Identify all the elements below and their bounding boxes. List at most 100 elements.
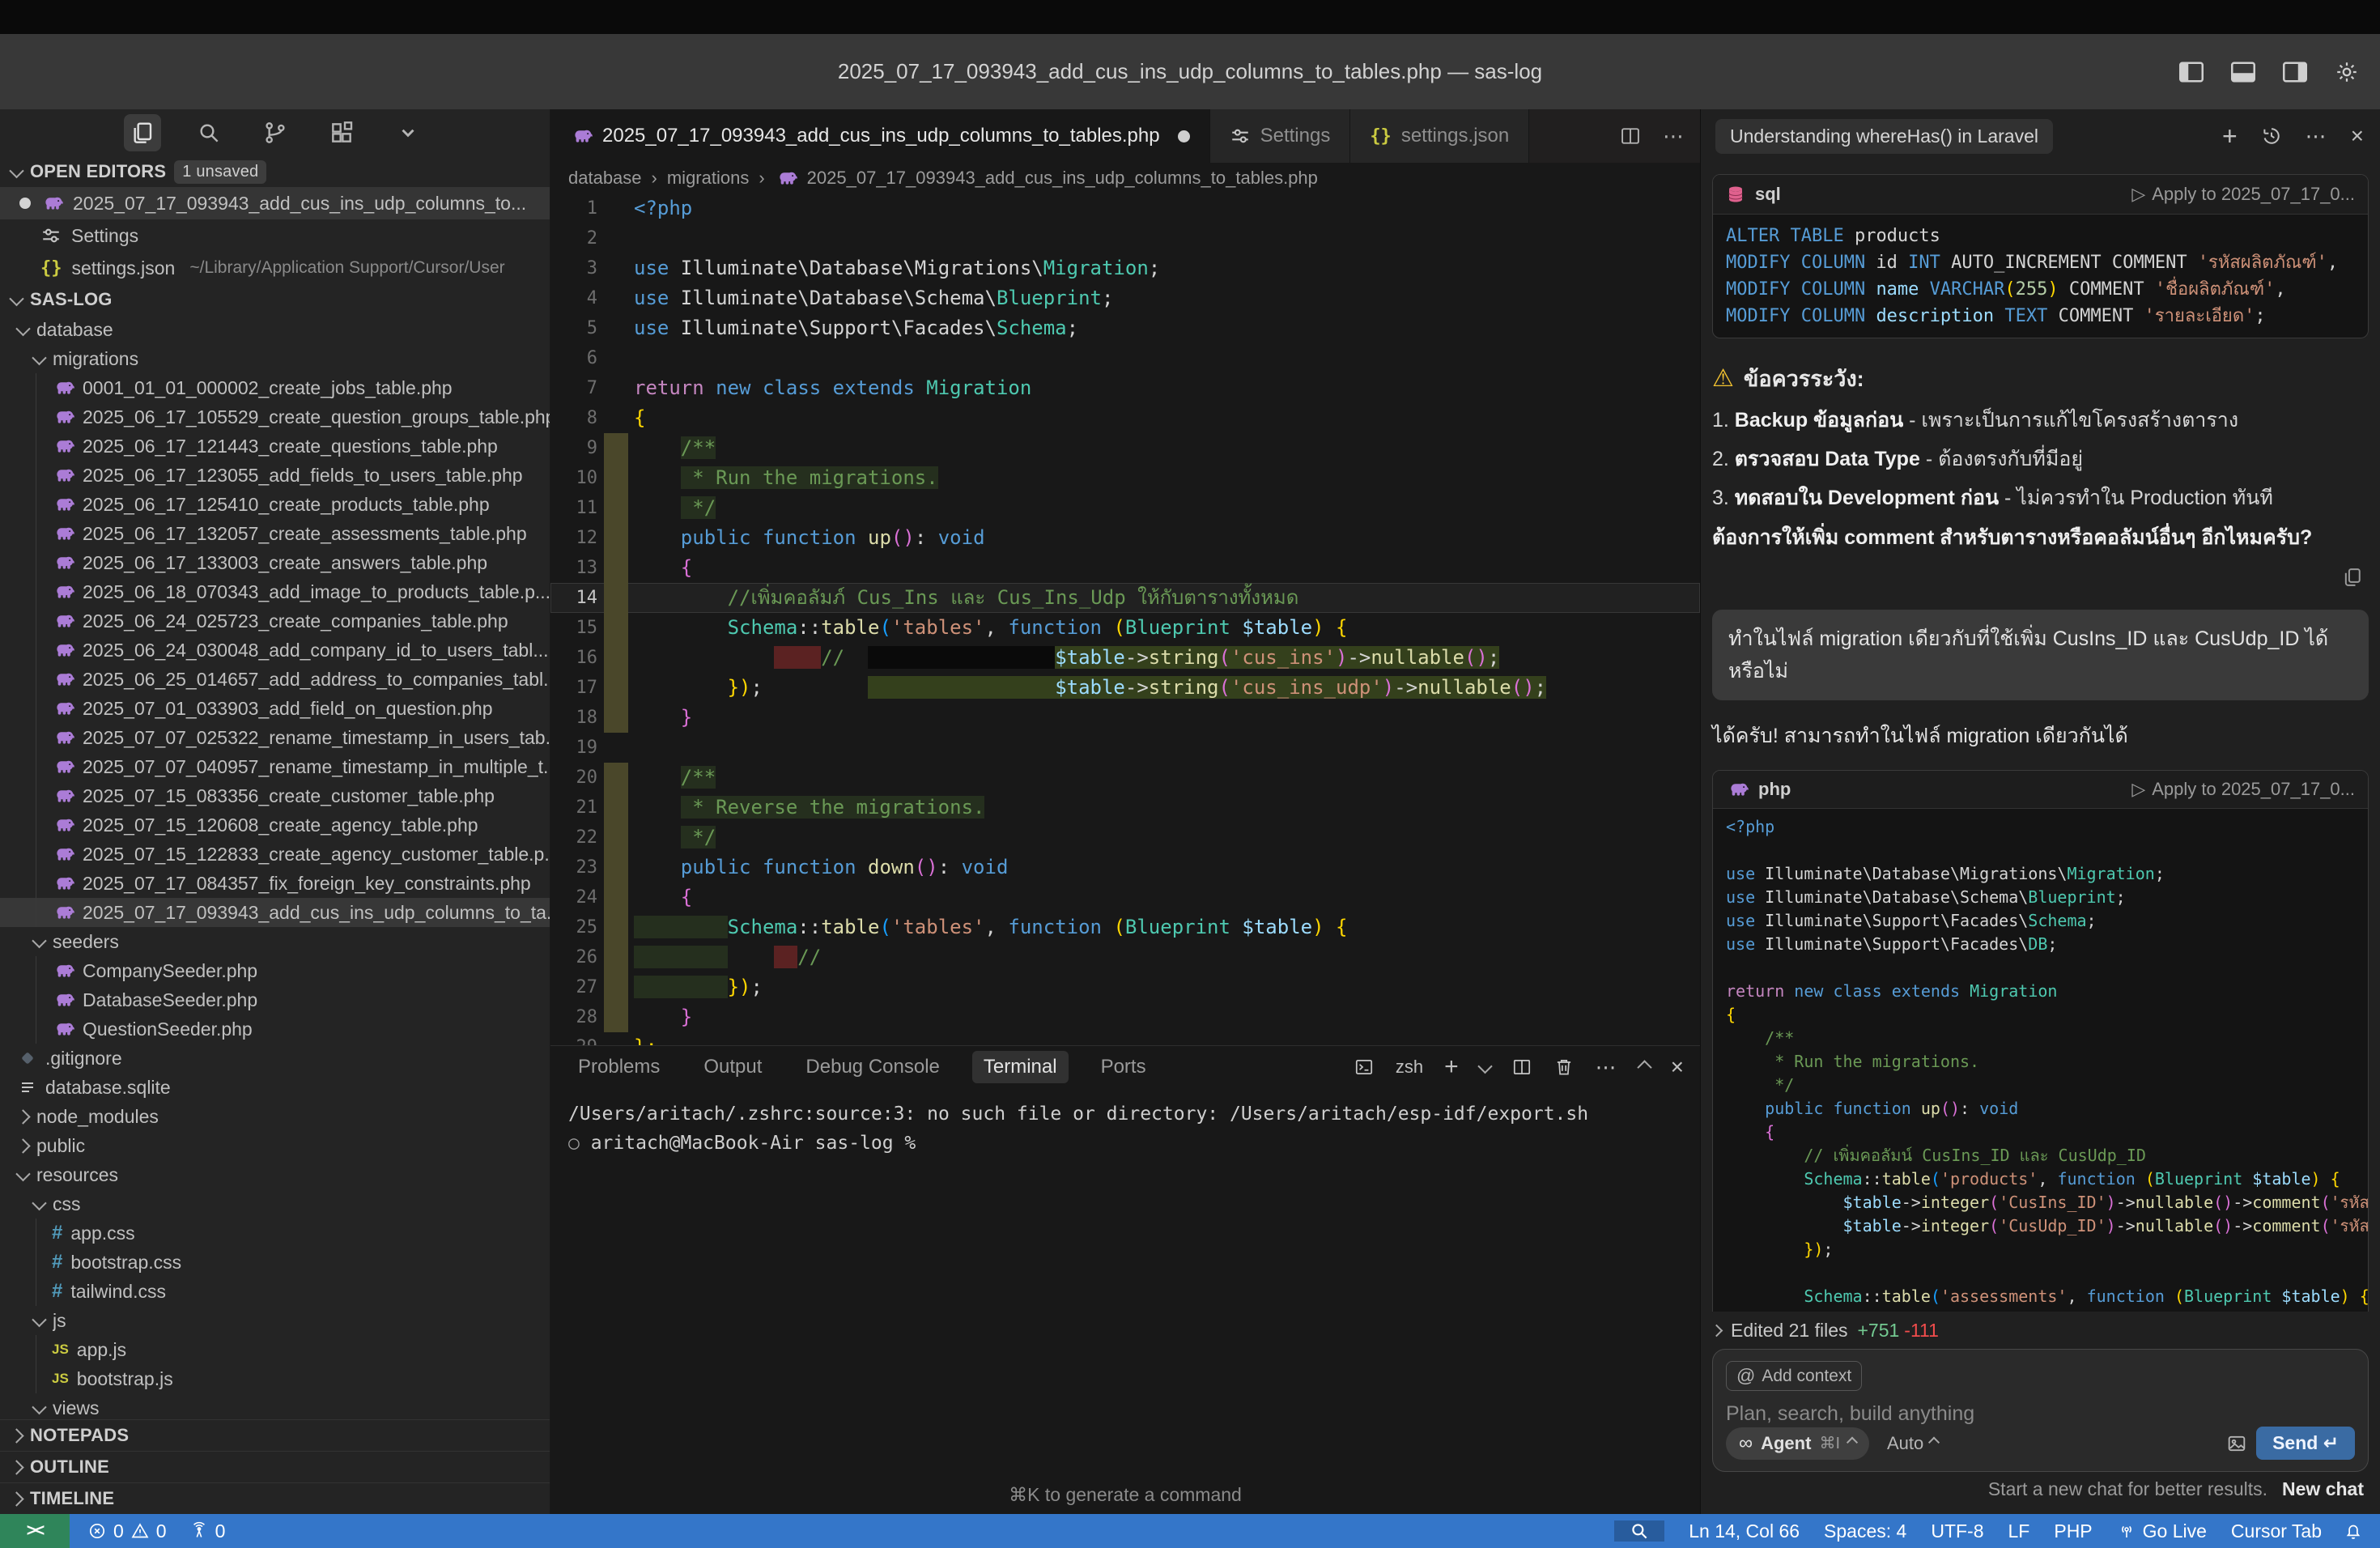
- tree-item[interactable]: 2025_07_15_120608_create_agency_table.ph…: [0, 810, 550, 840]
- code-line[interactable]: 15 Schema::table('tables', function (Blu…: [550, 613, 1700, 643]
- new-chat-link[interactable]: New chat: [2282, 1478, 2364, 1500]
- panel-tab-problems[interactable]: Problems: [567, 1051, 671, 1083]
- chat-history-icon[interactable]: [2260, 125, 2283, 147]
- code-line[interactable]: 9 /**: [550, 433, 1700, 463]
- code-line[interactable]: 8{: [550, 403, 1700, 433]
- tree-item[interactable]: 2025_07_07_025322_rename_timestamp_in_us…: [0, 723, 550, 752]
- kill-terminal-icon[interactable]: [1553, 1057, 1575, 1078]
- status-cursor-tab[interactable]: Cursor Tab: [2231, 1520, 2322, 1542]
- code-line[interactable]: 4use Illuminate\Database\Schema\Blueprin…: [550, 283, 1700, 313]
- split-terminal-icon[interactable]: [1511, 1057, 1532, 1078]
- code-line[interactable]: 10 * Run the migrations.: [550, 463, 1700, 493]
- tree-item[interactable]: 2025_06_17_125410_create_products_table.…: [0, 490, 550, 519]
- sidebar-section-timeline[interactable]: TIMELINE: [0, 1482, 550, 1514]
- tree-item[interactable]: CompanySeeder.php: [0, 956, 550, 985]
- tree-item[interactable]: migrations: [0, 344, 550, 373]
- apply-button[interactable]: ▷Apply to 2025_07_17_0...: [2131, 779, 2355, 800]
- code-line[interactable]: 1<?php: [550, 194, 1700, 223]
- sidebar-section-outline[interactable]: OUTLINE: [0, 1451, 550, 1482]
- tree-item[interactable]: database: [0, 315, 550, 344]
- code-line[interactable]: 16 // $table->string('cus_ins')->nullabl…: [550, 643, 1700, 673]
- sidebar-toolbar-search[interactable]: [190, 114, 227, 151]
- code-line[interactable]: 17 }); $table->string('cus_ins_udp')->nu…: [550, 673, 1700, 703]
- status-eol[interactable]: LF: [2008, 1520, 2030, 1542]
- tree-item[interactable]: 2025_06_25_014657_add_address_to_compani…: [0, 665, 550, 694]
- status-language[interactable]: PHP: [2054, 1520, 2092, 1542]
- code-line[interactable]: 23 public function down(): void: [550, 853, 1700, 882]
- code-line[interactable]: 5use Illuminate\Support\Facades\Schema;: [550, 313, 1700, 343]
- tree-item[interactable]: 2025_06_17_105529_create_question_groups…: [0, 402, 550, 432]
- sidebar-toolbar-grid[interactable]: [323, 114, 360, 151]
- code-line[interactable]: 2: [550, 223, 1700, 253]
- tree-item[interactable]: 2025_06_18_070343_add_image_to_products_…: [0, 577, 550, 606]
- agent-mode-chip[interactable]: ∞ Agent ⌘I: [1726, 1427, 1869, 1460]
- tree-item[interactable]: views: [0, 1393, 550, 1419]
- breadcrumb[interactable]: database› migrations› 2025_07_17_093943_…: [550, 163, 1700, 194]
- more-actions-icon[interactable]: ⋯: [1663, 124, 1685, 149]
- code-line[interactable]: 12 public function up(): void: [550, 523, 1700, 553]
- new-chat-icon[interactable]: +: [2222, 121, 2238, 151]
- tree-item[interactable]: DatabaseSeeder.php: [0, 985, 550, 1014]
- editor-tab[interactable]: {}settings.json: [1350, 109, 1529, 163]
- terminal-output[interactable]: /Users/aritach/.zshrc:source:3: no such …: [550, 1088, 1700, 1475]
- code-line[interactable]: 6: [550, 343, 1700, 373]
- tree-item[interactable]: #tailwind.css: [0, 1277, 550, 1306]
- code-editor[interactable]: 1<?php23use Illuminate\Database\Migratio…: [550, 194, 1700, 1045]
- panel-tab-terminal[interactable]: Terminal: [972, 1051, 1069, 1083]
- sidebar-toolbar-chevdown[interactable]: [389, 114, 427, 151]
- ports-status[interactable]: 0: [189, 1520, 226, 1542]
- code-line[interactable]: 20 /**: [550, 763, 1700, 793]
- code-line[interactable]: 13 {: [550, 553, 1700, 583]
- code-line[interactable]: 29};: [550, 1032, 1700, 1045]
- project-root-header[interactable]: SAS-LOG: [0, 284, 550, 315]
- tree-item[interactable]: QuestionSeeder.php: [0, 1014, 550, 1044]
- code-line[interactable]: 21 * Reverse the migrations.: [550, 793, 1700, 823]
- terminal-more-icon[interactable]: ⋯: [1596, 1055, 1618, 1080]
- tree-item[interactable]: 2025_07_17_093943_add_cus_ins_udp_column…: [0, 898, 550, 927]
- tree-item[interactable]: 2025_07_17_084357_fix_foreign_key_constr…: [0, 869, 550, 898]
- sidebar-toolbar-branch[interactable]: [257, 114, 294, 151]
- chat-close-icon[interactable]: ×: [2351, 123, 2364, 149]
- tree-item[interactable]: 2025_06_24_030048_add_company_id_to_user…: [0, 636, 550, 665]
- tree-item[interactable]: 2025_06_17_132057_create_assessments_tab…: [0, 519, 550, 548]
- code-line[interactable]: 27 });: [550, 972, 1700, 1002]
- code-line[interactable]: 28 }: [550, 1002, 1700, 1032]
- tree-item[interactable]: 2025_07_15_083356_create_customer_table.…: [0, 781, 550, 810]
- apply-button[interactable]: ▷Apply to 2025_07_17_0...: [2131, 184, 2355, 205]
- problems-status[interactable]: 0 0: [87, 1520, 167, 1542]
- chat-title-tab[interactable]: Understanding whereHas() in Laravel: [1715, 119, 2053, 154]
- split-editor-icon[interactable]: [1619, 125, 1642, 147]
- settings-gear-icon[interactable]: [2335, 60, 2359, 84]
- tree-item[interactable]: 2025_06_17_123055_add_fields_to_users_ta…: [0, 461, 550, 490]
- editor-tab[interactable]: Settings: [1210, 109, 1351, 163]
- remote-indicator[interactable]: ><: [0, 1514, 70, 1548]
- tree-item[interactable]: .gitignore: [0, 1044, 550, 1073]
- code-line[interactable]: 14 //เพิ่มคอลัมภ์ Cus_Ins และ Cus_Ins_Ud…: [550, 583, 1700, 613]
- panel-tab-ports[interactable]: Ports: [1090, 1051, 1158, 1083]
- tree-item[interactable]: 0001_01_01_000002_create_jobs_table.php: [0, 373, 550, 402]
- tree-item[interactable]: #app.css: [0, 1218, 550, 1248]
- code-line[interactable]: 19: [550, 733, 1700, 763]
- status-line-col[interactable]: Ln 14, Col 66: [1689, 1520, 1800, 1542]
- shell-name[interactable]: zsh: [1396, 1057, 1423, 1078]
- status-spaces[interactable]: Spaces: 4: [1824, 1520, 1906, 1542]
- sidebar-toolbar-files[interactable]: [124, 114, 161, 151]
- bell-icon[interactable]: [2343, 1520, 2364, 1542]
- terminal-dropdown-icon[interactable]: [1477, 1058, 1492, 1073]
- code-line[interactable]: 7return new class extends Migration: [550, 373, 1700, 403]
- send-button[interactable]: Send ↵: [2256, 1427, 2355, 1460]
- sidebar-section-notepads[interactable]: NOTEPADS: [0, 1419, 550, 1451]
- tree-item[interactable]: 2025_06_24_025723_create_companies_table…: [0, 606, 550, 636]
- edited-files-row[interactable]: Edited 21 files +751-111: [1712, 1312, 2369, 1349]
- editor-tab[interactable]: 2025_07_17_093943_add_cus_ins_udp_column…: [550, 109, 1210, 163]
- panel-tab-output[interactable]: Output: [692, 1051, 773, 1083]
- chat-more-icon[interactable]: ⋯: [2306, 124, 2328, 149]
- tree-item[interactable]: 2025_07_15_122833_create_agency_customer…: [0, 840, 550, 869]
- tree-item[interactable]: seeders: [0, 927, 550, 956]
- open-editors-header[interactable]: OPEN EDITORS 1 unsaved: [0, 156, 550, 187]
- tree-item[interactable]: 2025_06_17_133003_create_answers_table.p…: [0, 548, 550, 577]
- model-selector[interactable]: Auto: [1887, 1433, 1938, 1454]
- layout-sidebar-right-icon[interactable]: [2283, 62, 2307, 83]
- new-terminal-icon[interactable]: +: [1444, 1053, 1459, 1081]
- search-status-icon[interactable]: [1614, 1520, 1664, 1542]
